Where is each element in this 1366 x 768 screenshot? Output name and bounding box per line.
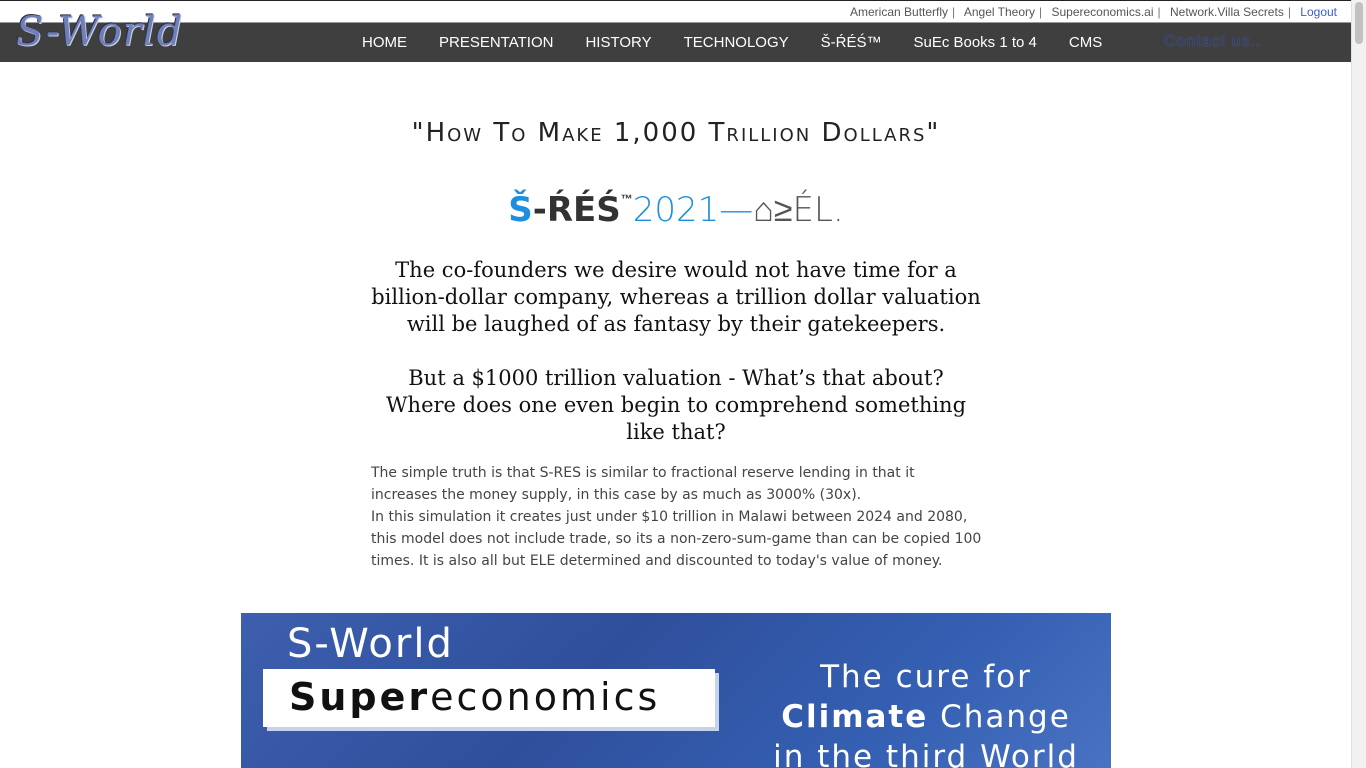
page-scrollbar[interactable] <box>1351 0 1366 768</box>
banner-super-bold: Super <box>289 675 431 719</box>
banner-cure-line-3: in the third World <box>773 739 1079 768</box>
separator: | <box>1287 5 1291 19</box>
top-link-supereconomics[interactable]: Supereconomics.ai <box>1051 5 1153 19</box>
trademark-mark: ™ <box>620 192 633 206</box>
nav-history[interactable]: HISTORY <box>569 23 667 63</box>
banner-cure-text: The cure for Climate Change in the third… <box>761 657 1091 768</box>
top-link-network-villa-secrets[interactable]: Network.Villa Secrets <box>1170 5 1284 19</box>
sres-logo-year: 2021— <box>632 190 754 230</box>
nav-suec-books[interactable]: SuEc Books 1 to 4 <box>897 23 1052 63</box>
banner-cure-line-2: Climate Change <box>761 697 1091 737</box>
body-paragraph-2: In this simulation it creates just under… <box>371 509 982 569</box>
nav-cms[interactable]: CMS <box>1053 23 1118 63</box>
question-line-1: But a $1000 trillion valuation - What’s … <box>408 366 944 390</box>
banner-super-rest: economics <box>430 675 661 719</box>
contact-us-link[interactable]: Contact us.. <box>1164 23 1261 61</box>
sres-logo-ele: ⌂≥ÉL. <box>753 190 844 230</box>
banner-cure-line-1: The cure for <box>820 659 1032 695</box>
separator: | <box>1039 5 1043 19</box>
sres-logo-res: -ŔÉŚ <box>532 190 621 230</box>
banner-cure-line-2-rest: Change <box>928 699 1071 735</box>
banner-cure-bold: Climate <box>781 699 929 735</box>
separator: | <box>1157 5 1161 19</box>
nav-sres[interactable]: Š-ŔÉŚ™ <box>805 23 898 63</box>
body-paragraph-1: The simple truth is that S-RES is simila… <box>371 465 915 503</box>
banner-supereconomics-text: Supereconomics <box>289 675 660 719</box>
banner-sworld-text: S-World <box>287 621 454 667</box>
scrollbar-thumb[interactable] <box>1355 2 1363 44</box>
question-paragraph: But a $1000 trillion valuation - What’s … <box>371 365 981 446</box>
sres-logo: Š-ŔÉŚ™2021—⌂≥ÉL. <box>241 190 1111 230</box>
body-text: The simple truth is that S-RES is simila… <box>371 462 983 572</box>
sres-logo-s: Š <box>508 190 533 230</box>
nav-technology[interactable]: TECHNOLOGY <box>668 23 805 63</box>
top-link-american-butterfly[interactable]: American Butterfly <box>850 5 948 19</box>
logout-link[interactable]: Logout <box>1300 5 1337 19</box>
question-line-2: Where does one even begin to comprehend … <box>385 393 967 444</box>
top-link-angel-theory[interactable]: Angel Theory <box>964 5 1035 19</box>
supereconomics-banner-image: S-World Supereconomics The cure for Clim… <box>241 613 1111 768</box>
nav-home[interactable]: HOME <box>346 23 423 63</box>
intro-paragraph: The co-founders we desire would not have… <box>371 258 981 336</box>
site-header: American Butterfly | Angel Theory | Supere… <box>0 0 1351 62</box>
top-links: American Butterfly | Angel Theory | Supere… <box>850 5 1337 19</box>
page-title: "How To Make 1,000 Trillion Dollars" <box>411 118 941 148</box>
nav-presentation[interactable]: PRESENTATION <box>423 23 569 63</box>
separator: | <box>952 5 956 19</box>
banner-supereconomics-box: Supereconomics <box>263 669 715 727</box>
site-logo[interactable]: S-World <box>16 5 216 59</box>
main-nav: HOME PRESENTATION HISTORY TECHNOLOGY Š-Ŕ… <box>346 23 1118 63</box>
